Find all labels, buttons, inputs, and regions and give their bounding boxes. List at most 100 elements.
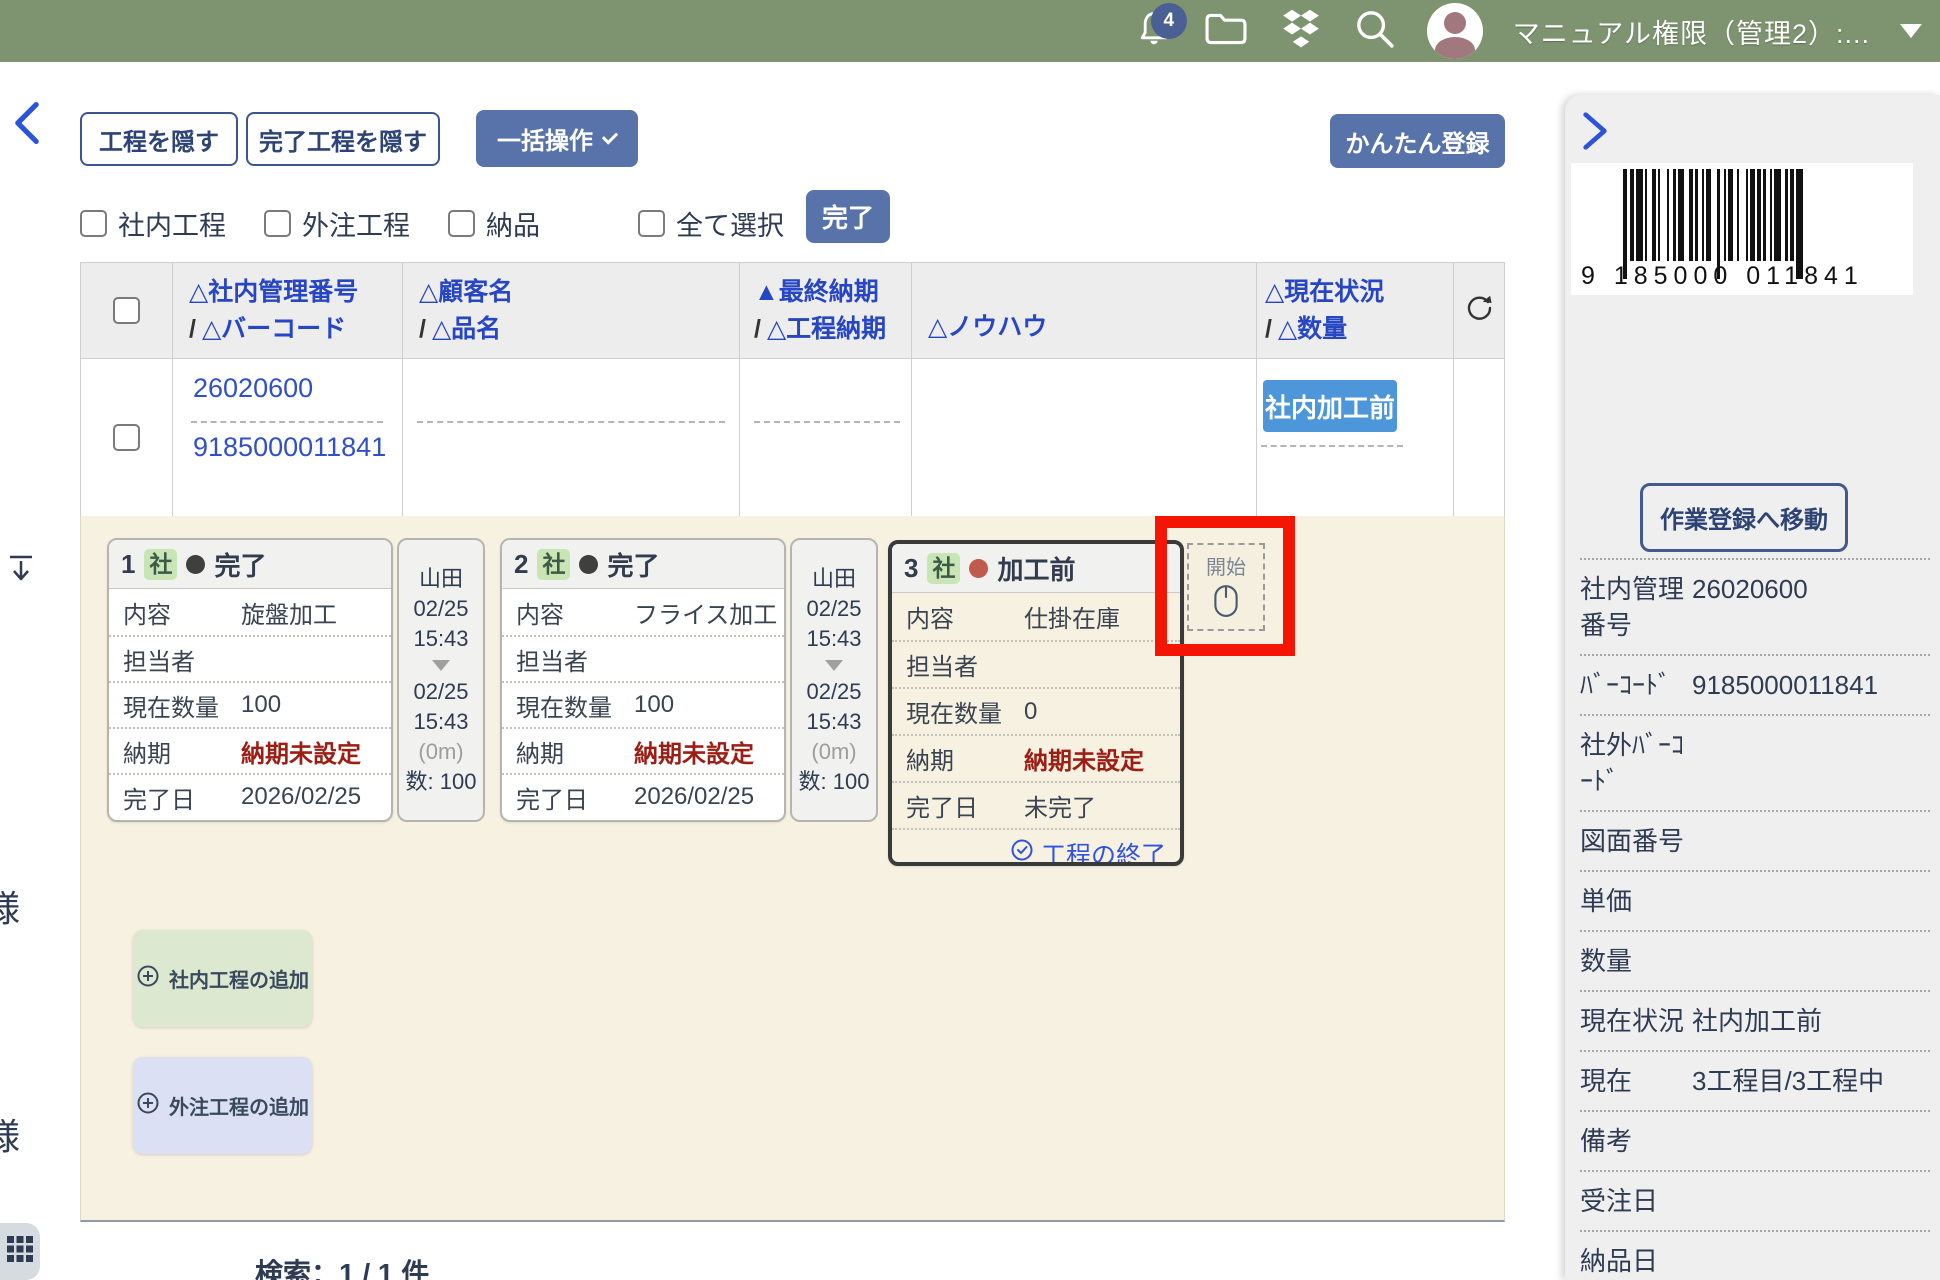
sidebar-field-value: 9185000011841 <box>1692 667 1930 703</box>
move-to-work-register-button[interactable]: 作業登録へ移動 <box>1640 483 1848 552</box>
sidebar-field-label: 社外ﾊﾞｰｺｰﾄﾞ <box>1580 727 1692 799</box>
barcode-image: 9 185000 011841 <box>1571 163 1913 295</box>
arrow-down-icon <box>825 660 843 671</box>
search-icon <box>1353 7 1397 56</box>
row-checkbox[interactable] <box>113 424 140 451</box>
dropbox-button[interactable] <box>1279 8 1323 55</box>
sidebar-field-row: 納品日 <box>1580 1230 1930 1280</box>
internal-type-badge: 社 <box>537 549 570 580</box>
sidebar-field-value <box>1692 1183 1930 1219</box>
table-header: △社内管理番号 /△バーコード △顧客名 /△品名 ▲最終納期 /△工程納期 △… <box>80 262 1505 359</box>
end-process-link[interactable]: 工程の終了 <box>892 828 1180 866</box>
col-customer[interactable]: △顧客名 /△品名 <box>403 263 740 358</box>
delivery-checkbox[interactable] <box>448 210 475 237</box>
sidebar-field-value <box>1692 1123 1930 1159</box>
internal-type-badge: 社 <box>144 549 177 580</box>
plus-circle-icon <box>136 1091 160 1121</box>
internal-type-badge: 社 <box>927 553 960 584</box>
customer-sama-label-1: 様 <box>0 880 20 932</box>
col-knowhow[interactable]: △ノウハウ <box>912 263 1257 358</box>
hide-completed-steps-button[interactable]: 完了工程を隠す <box>246 112 440 166</box>
filter-row: 社内工程 外注工程 納品 全て選択 <box>80 204 784 242</box>
sidebar-field-label: 図面番号 <box>1580 823 1692 859</box>
sidebar-field-value <box>1692 727 1930 799</box>
status-dot <box>969 559 988 578</box>
sidebar-field-row: 単価 <box>1580 870 1930 930</box>
bulk-action-button[interactable]: 一括操作 <box>476 110 638 167</box>
drag-handle[interactable] <box>0 1223 40 1280</box>
filter-outsourced[interactable]: 外注工程 <box>264 204 410 243</box>
sidebar-field-row: 数量 <box>1580 930 1930 990</box>
filter-select-all[interactable]: 全て選択 <box>638 204 784 243</box>
sidebar-field-label: 社内管理番号 <box>1580 571 1692 643</box>
user-menu-label[interactable]: マニュアル権限（管理2）:... <box>1513 12 1870 51</box>
add-outsourced-process-button[interactable]: 外注工程の追加 <box>133 1057 312 1154</box>
header-checkbox[interactable] <box>113 297 140 324</box>
outsourced-checkbox[interactable] <box>264 210 291 237</box>
quick-register-button[interactable]: かんたん登録 <box>1330 114 1505 168</box>
select-all-checkbox[interactable] <box>638 210 665 237</box>
notifications-button[interactable]: 4 <box>1135 9 1173 54</box>
folder-icon <box>1203 10 1249 53</box>
sidebar-field-value <box>1692 943 1930 979</box>
start-button[interactable]: 開始 <box>1187 543 1265 631</box>
status-dot <box>186 555 205 574</box>
sidebar-field-row: 備考 <box>1580 1110 1930 1170</box>
back-button[interactable] <box>10 100 44 151</box>
search-result-count: 検索：1 / 1 件 <box>255 1252 429 1280</box>
sidebar-field-value <box>1692 1243 1930 1279</box>
sidebar-field-row: 社外ﾊﾞｰｺｰﾄﾞ <box>1580 714 1930 810</box>
process-card-2[interactable]: 2 社 完了 内容フライス加工 担当者 現在数量100 納期納期未設定 完了日2… <box>500 538 786 822</box>
page: 4 <box>0 0 1940 1280</box>
hide-steps-button[interactable]: 工程を隠す <box>80 112 238 166</box>
folder-button[interactable] <box>1203 10 1249 53</box>
process-card-3[interactable]: 3 社 加工前 内容仕掛在庫 担当者 現在数量0 納期納期未設定 完了日未完了 … <box>888 540 1184 866</box>
sidebar-field-row: 現在3工程目/3工程中 <box>1580 1050 1930 1110</box>
customer-sama-label-2: 様 <box>0 1108 20 1160</box>
check-circle-icon <box>1010 838 1034 866</box>
col-due-date[interactable]: ▲最終納期 /△工程納期 <box>740 263 912 358</box>
table-row[interactable]: 26020600 9185000011841 社内加工前 <box>80 359 1505 516</box>
sidebar-field-label: 受注日 <box>1580 1183 1692 1219</box>
filter-internal[interactable]: 社内工程 <box>80 204 226 243</box>
timeline-strip-1: 山田 02/25 15:43 02/25 15:43 (0m) 数: 100 <box>397 538 485 822</box>
barcode-digits: 9 185000 011841 <box>1581 262 1864 291</box>
grid-icon <box>6 1235 34 1268</box>
detail-fields: 社内管理番号26020600ﾊﾞｰｺｰﾄﾞ9185000011841社外ﾊﾞｰｺ… <box>1580 558 1930 1280</box>
refresh-button[interactable] <box>1454 263 1505 358</box>
user-menu-caret-icon[interactable] <box>1900 24 1922 38</box>
avatar[interactable] <box>1427 3 1483 59</box>
manage-no-link[interactable]: 26020600 <box>193 373 402 404</box>
arrow-down-icon <box>432 660 450 671</box>
barcode-link[interactable]: 9185000011841 <box>193 430 389 465</box>
col-manage-no[interactable]: △社内管理番号 /△バーコード <box>173 263 403 358</box>
process-card-1[interactable]: 1 社 完了 内容旋盤加工 担当者 現在数量100 納期納期未設定 完了日202… <box>107 538 393 822</box>
col-status[interactable]: △現在状況 /△数量 <box>1257 263 1454 358</box>
sidebar-field-row: 図面番号 <box>1580 810 1930 870</box>
filter-delivery[interactable]: 納品 <box>448 204 540 243</box>
refresh-icon <box>1463 292 1495 329</box>
search-button[interactable] <box>1353 7 1397 56</box>
sidebar-field-label: 備考 <box>1580 1123 1692 1159</box>
detail-sidebar: 9 185000 011841 作業登録へ移動 社内管理番号26020600ﾊﾞ… <box>1565 95 1940 1280</box>
sidebar-field-label: 現在状況 <box>1580 1003 1692 1039</box>
plus-circle-icon <box>136 964 160 994</box>
sidebar-field-label: 単価 <box>1580 883 1692 919</box>
internal-checkbox[interactable] <box>80 210 107 237</box>
sidebar-field-value <box>1692 823 1930 859</box>
chevron-down-icon <box>602 128 618 144</box>
orders-table: △社内管理番号 /△バーコード △顧客名 /△品名 ▲最終納期 /△工程納期 △… <box>80 262 1505 516</box>
add-internal-process-button[interactable]: 社内工程の追加 <box>133 930 312 1027</box>
sidebar-field-label: 納品日 <box>1580 1243 1692 1279</box>
status-dot <box>579 555 598 574</box>
collapse-sidebar-button[interactable] <box>1578 110 1612 157</box>
notification-badge: 4 <box>1151 3 1187 39</box>
sidebar-field-label: ﾊﾞｰｺｰﾄﾞ <box>1580 667 1692 703</box>
sidebar-field-row: 受注日 <box>1580 1170 1930 1230</box>
sidebar-field-value <box>1692 883 1930 919</box>
timeline-strip-2: 山田 02/25 15:43 02/25 15:43 (0m) 数: 100 <box>790 538 878 822</box>
complete-button[interactable]: 完了 <box>806 190 890 243</box>
sidebar-field-label: 数量 <box>1580 943 1692 979</box>
scroll-to-bottom-icon[interactable] <box>6 554 36 589</box>
sidebar-field-row: ﾊﾞｰｺｰﾄﾞ9185000011841 <box>1580 654 1930 714</box>
